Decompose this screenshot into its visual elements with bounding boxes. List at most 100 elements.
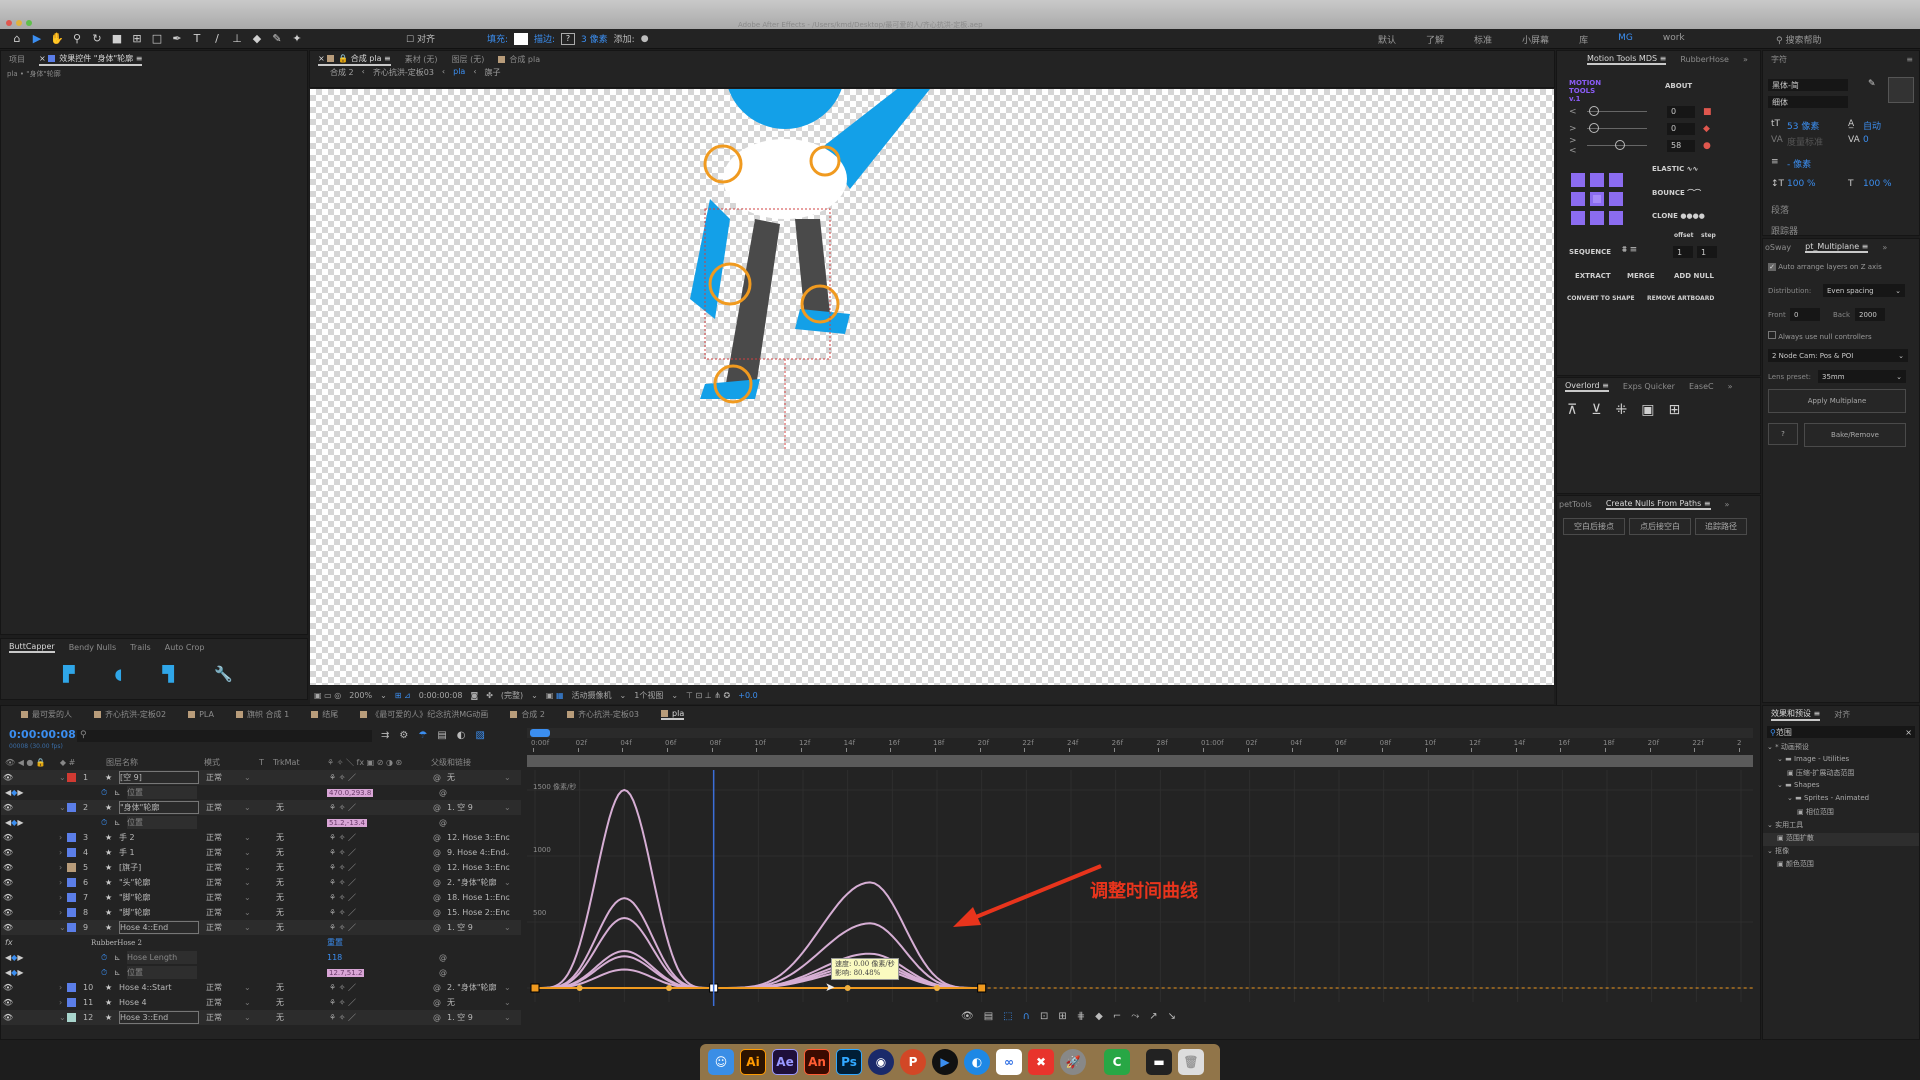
bake-remove-button[interactable]: Bake/Remove — [1804, 423, 1906, 447]
blend-mode-dropdown[interactable]: 正常 — [206, 981, 222, 994]
parent-dropdown[interactable]: 1. 空 9 — [447, 921, 473, 934]
camera-mode-dropdown[interactable]: 2 Node Cam: Pos & POI ⌄ — [1768, 349, 1908, 362]
remove-artboard-button[interactable]: REMOVE ARTBOARD — [1647, 295, 1714, 302]
anchor-right[interactable] — [1609, 192, 1623, 206]
workspace-work[interactable]: work — [1663, 33, 1685, 46]
rotate-tool-icon[interactable]: ↻ — [90, 32, 104, 45]
property-row[interactable]: ◀ ◆ ▶ ⏱ ⊾ 位置 51.2,-13.4 @ — [1, 815, 521, 830]
pick-whip-icon[interactable]: @ — [439, 786, 447, 799]
visibility-eye-icon[interactable]: 👁 — [1, 983, 15, 992]
collapse-twirl-icon[interactable]: ⌄ — [59, 1011, 66, 1024]
collapse-twirl-icon[interactable]: ⌄ — [59, 921, 66, 934]
viewer-options-icon[interactable]: ▣ ▭ ◎ — [314, 691, 341, 700]
workspace-mg[interactable]: MG — [1618, 33, 1633, 46]
effects-tree-item[interactable]: ⌄ ▬ Shapes — [1763, 781, 1919, 794]
pick-whip-icon[interactable]: @ — [433, 801, 441, 814]
layer-label-color[interactable] — [67, 893, 76, 902]
visibility-eye-icon[interactable]: 👁 — [1, 923, 15, 932]
timeline-tab[interactable]: 旗帜 合成 1 — [236, 709, 289, 720]
layer-row[interactable]: 👁 ⌄ 1 ★ [空 9] 正常 ⌄ ⚘ ✧ ／ @ 无 ⌄ — [1, 770, 521, 785]
effects-tree-item[interactable]: ⌄ 抠像 — [1763, 846, 1919, 859]
dock-app-launchpad[interactable]: 🚀 — [1060, 1049, 1086, 1075]
layer-label-color[interactable] — [67, 848, 76, 857]
pick-whip-icon[interactable]: @ — [433, 996, 441, 1009]
pick-whip-icon[interactable]: @ — [433, 981, 441, 994]
visibility-eye-icon[interactable]: 👁 — [1, 803, 15, 812]
keyframe-navigator[interactable]: ◀ ◆ ▶ — [5, 966, 23, 979]
fit-all-icon[interactable]: ⊞ — [1058, 1011, 1066, 1022]
column-mode[interactable]: 模式 — [204, 757, 220, 768]
layer-label-color[interactable] — [67, 833, 76, 842]
layer-name[interactable]: Hose 4::End — [119, 921, 199, 934]
horizontal-scale-value[interactable]: 100 % — [1863, 179, 1892, 189]
blend-mode-dropdown[interactable]: 正常 — [206, 846, 222, 859]
pick-whip-icon[interactable]: @ — [433, 831, 441, 844]
anchor-tool-icon[interactable]: ⊞ — [130, 32, 144, 45]
offset-input[interactable]: 1 — [1673, 246, 1693, 258]
expand-twirl-icon[interactable]: › — [59, 831, 62, 844]
visibility-eye-icon[interactable]: 👁 — [1, 848, 15, 857]
roi-icon[interactable]: ▣ ▦ — [546, 691, 564, 700]
tab-multiplane[interactable]: pt_Multiplane ≡ — [1805, 242, 1869, 253]
effects-tree-item[interactable]: ▣ 压缩-扩展动态范围 — [1763, 768, 1919, 781]
property-value-text[interactable]: 51.2,-13.4 — [327, 818, 367, 827]
ease-out-slider[interactable] — [1587, 123, 1647, 133]
dock-app-baidu-netdisk[interactable]: ∞ — [996, 1049, 1022, 1075]
rectangle-tool-icon[interactable]: □ — [150, 32, 164, 45]
tab-align[interactable]: 对齐 — [1834, 709, 1850, 720]
trace-path-button[interactable]: 追踪路径 — [1695, 518, 1747, 535]
pick-whip-icon[interactable]: @ — [433, 771, 441, 784]
effects-tree-item[interactable]: ▣ 颜色范围 — [1763, 859, 1919, 872]
brush-tool-icon[interactable]: / — [210, 32, 224, 45]
anchor-top[interactable] — [1590, 173, 1604, 187]
effects-tree-item[interactable]: ⌄ ▬ Image - Utilities — [1763, 755, 1919, 768]
search-help[interactable]: ⚲ 搜索帮助 — [1776, 33, 1821, 46]
expand-twirl-icon[interactable]: › — [59, 861, 62, 874]
property-row[interactable]: ◀ ◆ ▶ ⏱ ⊾ Hose Length 118 @ — [1, 950, 521, 965]
nulls-follow-points-button[interactable]: 点后接空白 — [1629, 518, 1691, 535]
pull-from-ai-icon[interactable]: ⊻ — [1591, 402, 1601, 418]
timeline-tab[interactable]: 结尾 — [311, 709, 338, 720]
push-to-ae-icon[interactable]: ⊼ — [1567, 402, 1577, 418]
track-matte-dropdown[interactable]: 无 — [276, 996, 284, 1009]
shy-layers-icon[interactable]: ☂ — [418, 730, 427, 741]
blend-mode-dropdown[interactable]: 正常 — [206, 861, 222, 874]
column-trkmat[interactable]: TrkMat — [273, 758, 300, 767]
workspace-default[interactable]: 默认 — [1378, 33, 1396, 46]
auto-arrange-checkbox[interactable]: ✓ Auto arrange layers on Z axis — [1768, 263, 1882, 271]
layer-name[interactable]: Hose 4::Start — [119, 981, 199, 994]
layer-label-color[interactable] — [67, 983, 76, 992]
ease-both-value[interactable]: 58 — [1667, 139, 1695, 152]
timeline-tab[interactable]: 合成 2 — [510, 709, 545, 720]
projecting-cap-icon[interactable]: ▜ — [162, 665, 174, 683]
pick-whip-icon[interactable]: @ — [433, 876, 441, 889]
anchor-top-left[interactable] — [1571, 173, 1585, 187]
step-input[interactable]: 1 — [1697, 246, 1717, 258]
layer-row[interactable]: 👁 ⌄ 2 ★ "身体"轮廓 正常 ⌄ 无 ⚘ ✧ ／ @1. 空 9 ⌄ — [1, 800, 521, 815]
collapse-twirl-icon[interactable]: ⌄ — [59, 801, 66, 814]
stroke-width-value[interactable]: - 像素 — [1787, 157, 1811, 170]
visibility-eye-icon[interactable]: 👁 — [1, 773, 15, 782]
extract-button[interactable]: EXTRACT — [1575, 272, 1611, 280]
keyframe-navigator[interactable]: ◀ ◆ ▶ — [5, 816, 23, 829]
keyframe-marker[interactable] — [977, 983, 987, 993]
tracking-value[interactable]: 0 — [1863, 135, 1869, 145]
column-parent[interactable]: 父级和链接 — [431, 757, 471, 768]
effects-tree-item[interactable]: ▣ 相位范围 — [1763, 807, 1919, 820]
track-matte-dropdown[interactable]: 无 — [276, 801, 284, 814]
panel-overflow-icon[interactable]: » — [1743, 55, 1748, 64]
layer-name[interactable]: "身体"轮廓 — [119, 801, 199, 814]
resolution-dropdown[interactable]: (完整) — [501, 690, 523, 701]
expand-twirl-icon[interactable]: › — [59, 906, 62, 919]
effect-row[interactable]: fx RubberHose 2 重置 — [1, 935, 521, 950]
motion-blur-icon[interactable]: ◐ — [457, 730, 466, 741]
layer-search-input[interactable]: ⚲ — [77, 730, 372, 742]
dock-app-after-effects[interactable]: Ae — [772, 1049, 798, 1075]
timeline-tab[interactable]: 齐心抗洪-定板02 — [94, 709, 166, 720]
stopwatch-icon[interactable]: ⏱ — [101, 816, 107, 829]
effects-search-input[interactable]: ⚲ 范围 × — [1767, 726, 1915, 738]
property-value[interactable]: 51.2,-13.4 — [327, 816, 367, 829]
layer-name[interactable]: "头"轮廓 — [119, 876, 199, 889]
composition-viewer[interactable] — [310, 9, 1554, 685]
magnification-dropdown[interactable]: 200% — [349, 691, 372, 700]
